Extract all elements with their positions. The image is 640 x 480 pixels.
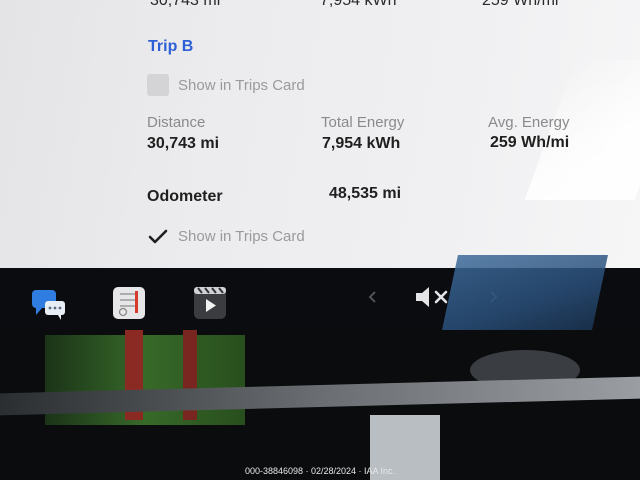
screen-bezel-reflection xyxy=(0,330,640,480)
odometer-show-label[interactable]: Show in Trips Card xyxy=(178,228,305,245)
trip-b-show-label[interactable]: Show in Trips Card xyxy=(178,77,305,94)
odometer-label: Odometer xyxy=(147,188,223,205)
avg-energy-label: Avg. Energy xyxy=(488,114,570,131)
reflection-glare xyxy=(442,255,608,330)
photo-footer-caption: 000-38846098 · 02/28/2024 · IAA Inc. xyxy=(244,466,396,476)
total-energy-value: 7,954 kWh xyxy=(322,135,401,152)
distance-label: Distance xyxy=(147,114,206,131)
trip-a-energy-value: 7,954 kWh xyxy=(320,0,397,9)
trip-a-distance-value: 30,743 mi xyxy=(150,0,221,9)
checkmark-icon[interactable] xyxy=(148,228,168,246)
trip-screen: 30,743 mi 7,954 kWh 259 Wh/mi Trip B Sho… xyxy=(0,0,640,268)
trip-b-show-checkbox[interactable] xyxy=(147,74,169,96)
energy-app-icon[interactable] xyxy=(112,286,146,322)
chevron-left-icon[interactable] xyxy=(368,290,378,304)
trip-a-avg-value: 259 Wh/mi xyxy=(482,0,559,9)
avg-energy-value: 259 Wh/mi xyxy=(490,134,570,151)
messages-icon[interactable] xyxy=(30,288,68,322)
trip-b-title: Trip B xyxy=(148,38,194,55)
odometer-value: 48,535 mi xyxy=(329,185,402,202)
video-icon[interactable] xyxy=(193,286,227,320)
total-energy-label: Total Energy xyxy=(321,114,405,131)
distance-value: 30,743 mi xyxy=(147,135,220,152)
